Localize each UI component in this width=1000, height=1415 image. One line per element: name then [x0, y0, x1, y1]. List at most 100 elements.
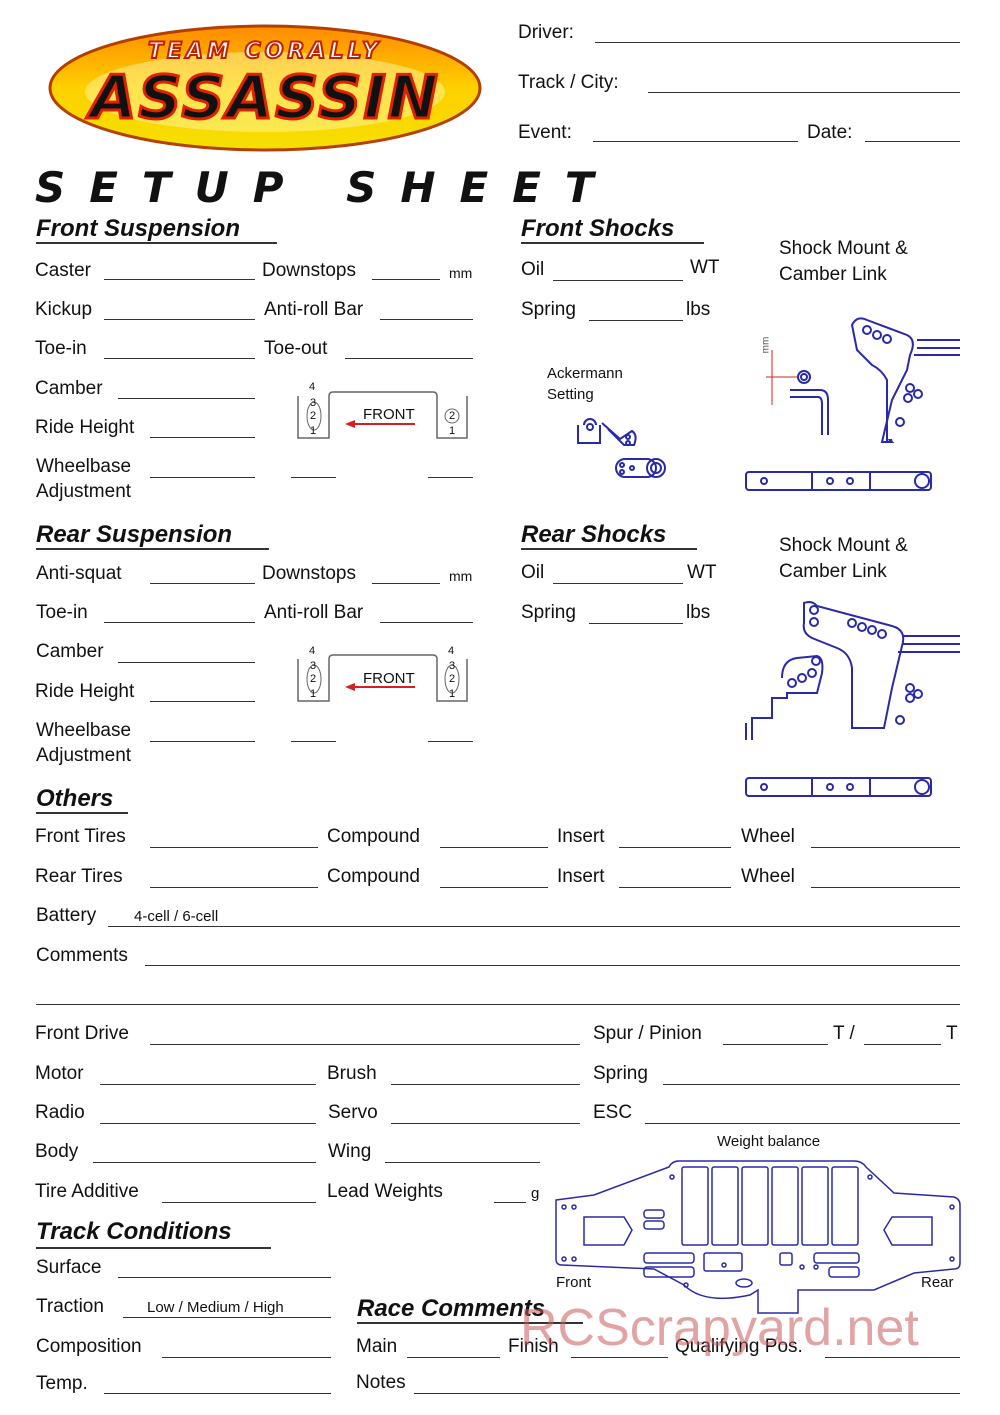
- front-spring-label: Spring: [521, 299, 576, 320]
- front-suspension-heading: Front Suspension: [36, 215, 240, 242]
- t-unit: T: [946, 1023, 958, 1044]
- heading-underline: [36, 242, 277, 244]
- rear-wheelbase-right-field[interactable]: [428, 741, 473, 742]
- event-field[interactable]: [593, 141, 798, 142]
- front-wheel-field[interactable]: [811, 847, 960, 848]
- position-label: 2: [449, 673, 456, 685]
- rear-camber-field[interactable]: [118, 662, 255, 663]
- date-field[interactable]: [865, 141, 960, 142]
- wing-field[interactable]: [385, 1162, 540, 1163]
- camber-link-label: Camber Link: [779, 561, 887, 582]
- composition-field[interactable]: [162, 1357, 331, 1358]
- front-downstops-field[interactable]: [372, 279, 440, 280]
- radio-field[interactable]: [100, 1123, 316, 1124]
- notes-field[interactable]: [414, 1393, 960, 1394]
- front-shocks-heading: Front Shocks: [521, 215, 675, 242]
- front-wheelbase-right-field[interactable]: [428, 477, 473, 478]
- mm-unit: mm: [449, 568, 473, 584]
- toe-out-field[interactable]: [345, 358, 473, 359]
- logo-top-text: TEAM CORALLY: [148, 39, 382, 64]
- lead-weights-field[interactable]: [494, 1202, 526, 1203]
- position-label: 1: [310, 688, 317, 700]
- rear-tires-field[interactable]: [150, 887, 318, 888]
- camber-link-label: Camber Link: [779, 264, 887, 285]
- battery-field[interactable]: [108, 926, 960, 927]
- battery-label: Battery: [36, 905, 97, 926]
- wt-unit: WT: [687, 562, 717, 583]
- position-label: 1: [310, 425, 317, 437]
- front-wheelbase-left-field[interactable]: [291, 477, 336, 478]
- front-spring-field[interactable]: [589, 320, 683, 321]
- rear-ride-height-field[interactable]: [150, 701, 255, 702]
- brush-field[interactable]: [391, 1084, 580, 1085]
- traction-field[interactable]: [123, 1317, 331, 1318]
- rear-wheel-label: Wheel: [741, 866, 795, 887]
- t-slash-unit: T /: [833, 1023, 855, 1044]
- kickup-field[interactable]: [104, 319, 255, 320]
- motor-label: Motor: [35, 1063, 84, 1084]
- main-label: Main: [356, 1336, 398, 1357]
- front-toe-in-field[interactable]: [104, 358, 255, 359]
- spur-pinion-label: Spur / Pinion: [593, 1023, 702, 1044]
- front-oil-field[interactable]: [553, 280, 683, 281]
- servo-field[interactable]: [391, 1123, 580, 1124]
- page-title: SETUP SHEET: [35, 163, 618, 212]
- heading-underline: [36, 1247, 271, 1249]
- comments-field[interactable]: [145, 965, 960, 966]
- position-label: 3: [449, 660, 456, 672]
- wt-unit: WT: [690, 257, 720, 278]
- comments-field-line-2[interactable]: [36, 1004, 960, 1005]
- front-compound-field[interactable]: [440, 847, 548, 848]
- motor-spring-field[interactable]: [663, 1084, 960, 1085]
- event-label: Event:: [518, 122, 572, 143]
- front-insert-field[interactable]: [619, 847, 731, 848]
- front-drive-label: Front Drive: [35, 1023, 129, 1044]
- front-tires-field[interactable]: [150, 847, 318, 848]
- logo-main-text: ASSASSIN: [86, 63, 440, 133]
- pinion-field[interactable]: [864, 1044, 941, 1045]
- front-wheel-label: Wheel: [741, 826, 795, 847]
- esc-field[interactable]: [645, 1123, 960, 1124]
- assassin-logo: TEAM CORALLY ASSASSIN: [48, 24, 482, 152]
- anti-squat-field[interactable]: [150, 583, 255, 584]
- temp-field[interactable]: [104, 1393, 331, 1394]
- lbs-unit: lbs: [686, 602, 711, 623]
- rear-spring-field[interactable]: [589, 623, 683, 624]
- position-label: 4: [309, 381, 316, 393]
- others-heading: Others: [36, 785, 114, 812]
- rear-oil-field[interactable]: [553, 583, 683, 584]
- shock-mount-label: Shock Mount &: [779, 535, 908, 556]
- caster-field[interactable]: [104, 279, 255, 280]
- spur-field[interactable]: [723, 1044, 828, 1045]
- rear-anti-roll-field[interactable]: [380, 622, 473, 623]
- main-field[interactable]: [407, 1357, 500, 1358]
- motor-field[interactable]: [100, 1084, 316, 1085]
- rear-shock-mount-diagram: [745, 601, 960, 797]
- rear-wheelbase-left-field[interactable]: [291, 741, 336, 742]
- front-tires-label: Front Tires: [35, 826, 126, 847]
- surface-field[interactable]: [118, 1277, 331, 1278]
- front-wheelbase-field[interactable]: [150, 477, 255, 478]
- rear-insert-field[interactable]: [619, 887, 731, 888]
- track-field[interactable]: [648, 92, 960, 93]
- front-drive-field[interactable]: [150, 1044, 580, 1045]
- tire-additive-field[interactable]: [162, 1202, 316, 1203]
- battery-hint: 4-cell / 6-cell: [134, 908, 219, 925]
- rear-wheelbase-field[interactable]: [150, 741, 255, 742]
- rear-wheel-field[interactable]: [811, 887, 960, 888]
- rear-downstops-field[interactable]: [372, 583, 440, 584]
- driver-field[interactable]: [595, 42, 960, 43]
- chassis-front-label: Front: [556, 1274, 592, 1291]
- rear-tires-label: Rear Tires: [35, 866, 123, 887]
- rear-spring-label: Spring: [521, 602, 576, 623]
- mm-unit: mm: [449, 265, 473, 281]
- body-field[interactable]: [93, 1162, 316, 1163]
- front-anti-roll-field[interactable]: [380, 319, 473, 320]
- front-camber-field[interactable]: [118, 398, 255, 399]
- rear-compound-field[interactable]: [440, 887, 548, 888]
- front-ride-height-field[interactable]: [150, 437, 255, 438]
- rear-toe-in-label: Toe-in: [36, 602, 88, 623]
- rear-toe-in-field[interactable]: [104, 622, 255, 623]
- setup-sheet: TEAM CORALLY ASSASSIN Driver: Track / Ci…: [0, 0, 1000, 1415]
- heading-underline: [36, 812, 128, 814]
